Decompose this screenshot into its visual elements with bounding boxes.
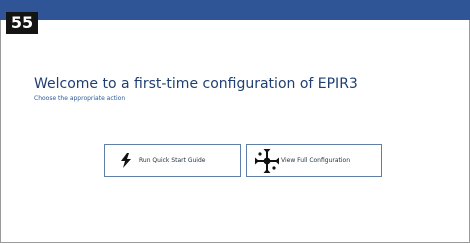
welcome-title: Welcome to a first-time configuration of… bbox=[34, 76, 358, 92]
run-quick-start-guide-button[interactable]: Run Quick Start Guide bbox=[104, 144, 241, 177]
view-full-configuration-button[interactable]: View Full Configuration bbox=[246, 144, 382, 177]
lightning-bolt-icon bbox=[119, 153, 133, 169]
configuration-network-icon bbox=[254, 148, 280, 174]
welcome-subtitle: Choose the appropriate action bbox=[34, 95, 126, 102]
run-quick-start-guide-label: Run Quick Start Guide bbox=[139, 157, 206, 164]
title-bar bbox=[0, 0, 470, 20]
app-window bbox=[0, 0, 470, 243]
view-full-configuration-label: View Full Configuration bbox=[281, 157, 351, 164]
page-number-badge: 55 bbox=[6, 12, 38, 34]
